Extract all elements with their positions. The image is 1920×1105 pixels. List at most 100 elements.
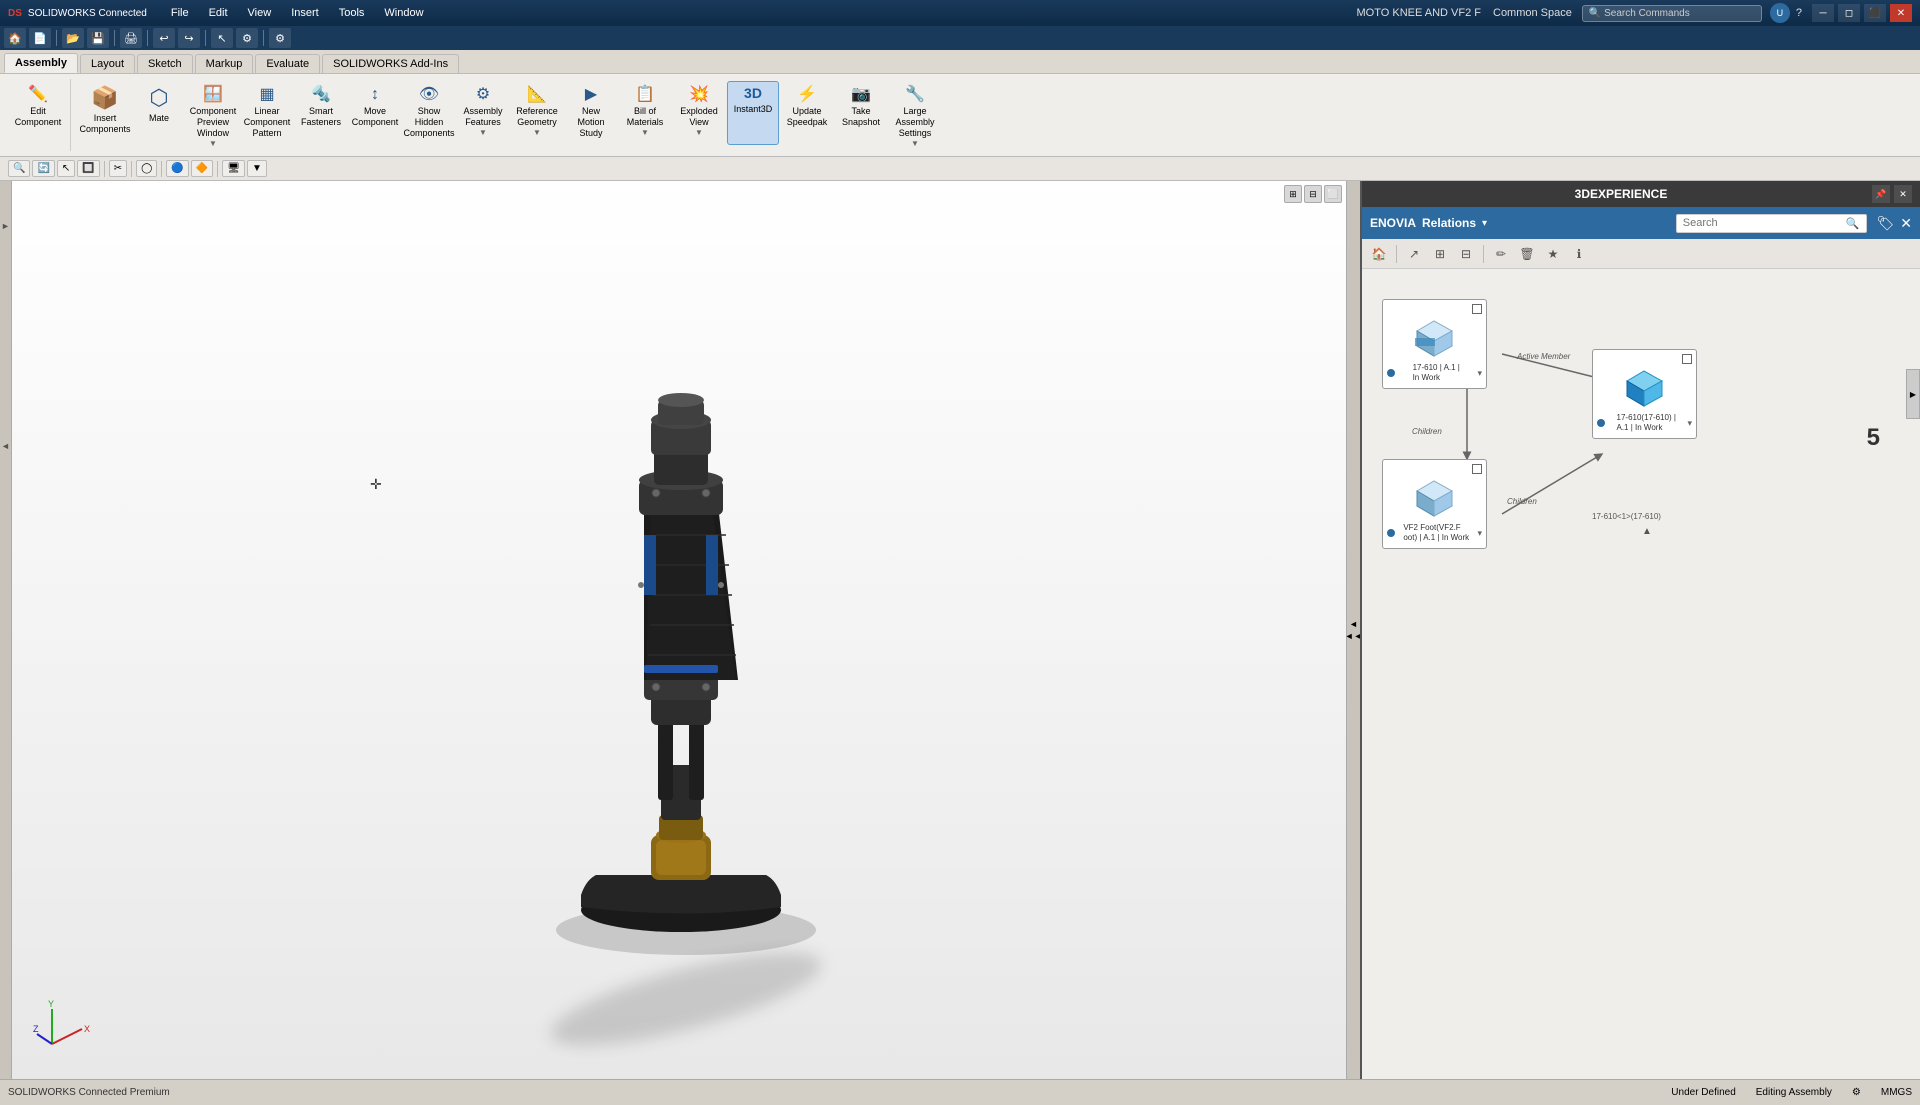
restore-button[interactable]: ◻ — [1838, 4, 1860, 22]
take-snapshot-button[interactable]: 📷 Take Snapshot — [835, 81, 887, 145]
node-1[interactable]: 17-610 | A.1 |In Work ▾ — [1382, 299, 1487, 389]
foot-upper — [581, 875, 781, 914]
tab-solidworks-addins[interactable]: SOLIDWORKS Add-Ins — [322, 54, 459, 73]
move-component-button[interactable]: ↕ Move Component — [349, 81, 401, 145]
relations-tag-btn[interactable]: 🏷 — [1877, 215, 1895, 232]
vp-split-btn[interactable]: ⊞ — [1284, 185, 1302, 203]
node-1-title: 17-610 | A.1 |In Work — [1413, 363, 1460, 384]
panel-pin-btn[interactable]: 📌 — [1872, 185, 1890, 203]
bill-of-materials-button[interactable]: 📋 Bill of Materials ▼ — [619, 81, 671, 145]
node-3-checkbox[interactable] — [1472, 464, 1482, 474]
relations-search-input[interactable] — [1683, 217, 1846, 229]
mate-button[interactable]: ⬡ Mate — [133, 81, 185, 145]
view-select-btn[interactable]: ↖ — [57, 160, 75, 177]
exploded-view-button[interactable]: 💥 Exploded View ▼ — [673, 81, 725, 145]
view-rotate-btn[interactable]: 🔄 — [32, 160, 54, 177]
relations-close-btn[interactable]: ✕ — [1900, 215, 1912, 232]
panel-close-btn[interactable]: ✕ — [1894, 185, 1912, 203]
rel-edit-btn[interactable]: ✏ — [1490, 243, 1512, 265]
vp-tb-sep3 — [161, 161, 162, 177]
new-motion-study-button[interactable]: ▶ New Motion Study — [565, 81, 617, 145]
close-button[interactable]: ✕ — [1890, 4, 1912, 22]
relations-dropdown-btn[interactable]: ▾ — [1482, 218, 1487, 229]
edit-component-button[interactable]: ✏️ Edit Component — [12, 81, 64, 145]
home-button[interactable]: 🏠 — [4, 28, 26, 48]
rel-star-btn[interactable]: ★ — [1542, 243, 1564, 265]
print-button[interactable]: 🖨 — [120, 28, 142, 48]
search-commands-box[interactable]: 🔍 Search Commands — [1582, 5, 1762, 22]
search-commands-label: Search Commands — [1604, 8, 1690, 19]
settings-button[interactable]: ⚙ — [269, 28, 291, 48]
insert-components-button[interactable]: 📦 Insert Components — [79, 81, 131, 145]
linear-pattern-button[interactable]: ▦ Linear Component Pattern — [241, 81, 293, 145]
left-panel-arrow[interactable]: ► — [1, 221, 10, 231]
view-render-btn[interactable]: 🔵 — [166, 160, 188, 177]
help-button[interactable]: ? — [1796, 7, 1802, 19]
assembly-features-button[interactable]: ⚙ Assembly Features ▼ — [457, 81, 509, 145]
left-panel-arrow2[interactable]: ◄ — [1, 441, 10, 451]
number-badge: 5 — [1867, 424, 1880, 452]
tab-evaluate[interactable]: Evaluate — [255, 54, 320, 73]
menu-view[interactable]: View — [244, 5, 276, 21]
rel-home-btn[interactable]: 🏠 — [1368, 243, 1390, 265]
svg-text:Children: Children — [1507, 497, 1537, 506]
node-1-checkbox[interactable] — [1472, 304, 1482, 314]
node-2-dropdown[interactable]: ▾ — [1687, 418, 1692, 429]
ribbon-group-edit: ✏️ Edit Component — [6, 79, 71, 151]
new-button[interactable]: 📄 — [29, 28, 51, 48]
tab-markup[interactable]: Markup — [195, 54, 254, 73]
smart-fasteners-button[interactable]: 🔩 Smart Fasteners — [295, 81, 347, 145]
editing-status: Editing Assembly — [1756, 1087, 1832, 1098]
menu-tools[interactable]: Tools — [335, 5, 369, 21]
large-assembly-button[interactable]: 🔧 Large Assembly Settings ▼ — [889, 81, 941, 145]
vp-side-toggle[interactable]: ◄ ◄◄ — [1346, 181, 1360, 1079]
menu-window[interactable]: Window — [380, 5, 427, 21]
node-2-checkbox[interactable] — [1682, 354, 1692, 364]
node-3-dropdown[interactable]: ▾ — [1477, 528, 1482, 539]
menu-file[interactable]: File — [167, 5, 193, 21]
vp-maximize-btn[interactable]: ⬜ — [1324, 185, 1342, 203]
select-button[interactable]: ↖ — [211, 28, 233, 48]
rel-delete-btn[interactable]: 🗑 — [1516, 243, 1538, 265]
save-button[interactable]: 💾 — [87, 28, 109, 48]
view-section-btn[interactable]: ✂ — [109, 160, 127, 177]
right-expand-btn[interactable]: ▶ — [1906, 369, 1920, 419]
view-filter-btn[interactable]: 🔲 — [77, 160, 99, 177]
rel-expand-btn[interactable]: ⊞ — [1429, 243, 1451, 265]
view-camera-btn[interactable]: 🖥 — [222, 160, 245, 177]
component-preview-button[interactable]: 🪟 Component Preview Window ▼ — [187, 81, 239, 145]
rel-nav-btn[interactable]: ↗ — [1403, 243, 1425, 265]
undo-button[interactable]: ↩ — [153, 28, 175, 48]
update-speedpak-button[interactable]: ⚡ Update Speedpak — [781, 81, 833, 145]
tab-assembly[interactable]: Assembly — [4, 53, 78, 73]
node-1-dropdown[interactable]: ▾ — [1477, 368, 1482, 379]
view-dropdown-btn[interactable]: ▼ — [247, 160, 267, 177]
reference-geometry-dropdown-icon: ▼ — [533, 128, 541, 138]
view-scene-btn[interactable]: 🔶 — [191, 160, 213, 177]
show-hidden-button[interactable]: 👁 Show Hidden Components — [403, 81, 455, 145]
rel-contract-btn[interactable]: ⊟ — [1455, 243, 1477, 265]
instant3d-button[interactable]: 3D Instant3D — [727, 81, 779, 145]
rel-info-btn[interactable]: ℹ — [1568, 243, 1590, 265]
vp-restore-btn[interactable]: ⊟ — [1304, 185, 1322, 203]
view-display-btn[interactable]: ◯ — [136, 160, 157, 177]
menu-edit[interactable]: Edit — [205, 5, 232, 21]
node-1-footer: 17-610 | A.1 |In Work ▾ — [1387, 363, 1482, 384]
view-selector-btn[interactable]: 🔍 — [8, 160, 30, 177]
rebuild-button[interactable]: ⚙ — [236, 28, 258, 48]
reference-geometry-button[interactable]: 📐 Reference Geometry ▼ — [511, 81, 563, 145]
node-3[interactable]: VF2 Foot(VF2.Foot) | A.1 | In Work ▾ — [1382, 459, 1487, 549]
open-button[interactable]: 📂 — [62, 28, 84, 48]
redo-button[interactable]: ↪ — [178, 28, 200, 48]
tab-layout[interactable]: Layout — [80, 54, 135, 73]
relations-search-box[interactable]: 🔍 — [1676, 214, 1867, 233]
minimize-button[interactable]: ─ — [1812, 4, 1834, 22]
status-right: Under Defined Editing Assembly ⚙ MMGS — [1671, 1087, 1912, 1098]
maximize-button[interactable]: ⬛ — [1864, 4, 1886, 22]
window-controls: ─ ◻ ⬛ ✕ — [1812, 4, 1912, 22]
user-avatar[interactable]: U — [1770, 3, 1790, 23]
tab-sketch[interactable]: Sketch — [137, 54, 193, 73]
menu-insert[interactable]: Insert — [287, 5, 323, 21]
qa-separator-2 — [114, 30, 115, 46]
node-2[interactable]: 17-610(17-610) |A.1 | In Work ▾ — [1592, 349, 1697, 439]
